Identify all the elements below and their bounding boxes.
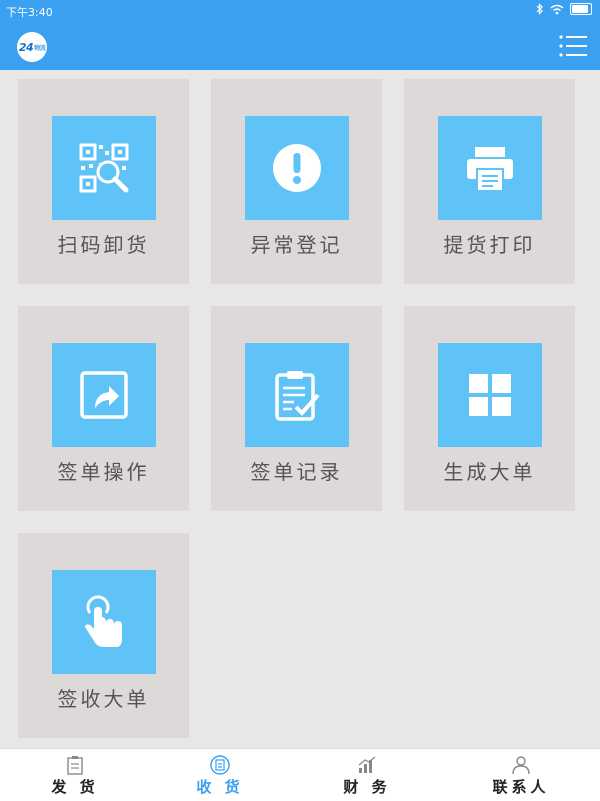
tab-receive[interactable]: 收 货 <box>145 749 295 801</box>
tile-label: 生成大单 <box>443 460 536 484</box>
app-logo[interactable]: 24 物流 <box>17 32 47 62</box>
app-header: 24 物流 <box>0 22 600 70</box>
tab-label: 收 货 <box>196 778 244 796</box>
tile-receive-bulk-order[interactable]: 签收大单 <box>18 533 189 738</box>
tab-label: 财 务 <box>343 778 391 796</box>
tile-pickup-print[interactable]: 提货打印 <box>404 79 575 284</box>
battery-icon <box>570 3 592 15</box>
tile-label: 扫码卸货 <box>57 233 150 257</box>
tile-label: 异常登记 <box>250 233 343 257</box>
bottom-tab-bar: 发 货 收 货 财 务 联系人 <box>0 748 600 801</box>
tile-exception-register[interactable]: 异常登记 <box>211 79 382 284</box>
tile-label: 签收大单 <box>57 687 150 711</box>
tab-label: 发 货 <box>51 778 99 796</box>
exclamation-icon <box>273 144 321 192</box>
tile-scan-unload[interactable]: 扫码卸货 <box>18 79 189 284</box>
person-icon <box>512 756 530 775</box>
tile-label: 提货打印 <box>443 233 536 257</box>
wifi-icon <box>550 4 564 14</box>
status-time: 下午3:40 <box>6 6 53 19</box>
tap-hand-icon <box>85 595 122 647</box>
tab-ship[interactable]: 发 货 <box>0 749 150 801</box>
share-arrow-icon <box>80 371 128 419</box>
clipboard-check-icon <box>275 371 320 421</box>
clipboard-icon <box>67 756 83 775</box>
tile-generate-bulk-order[interactable]: 生成大单 <box>404 306 575 511</box>
tile-sign-records[interactable]: 签单记录 <box>211 306 382 511</box>
status-bar: 下午3:40 <box>0 0 600 22</box>
tile-label: 签单记录 <box>250 460 343 484</box>
tile-label: 签单操作 <box>57 460 150 484</box>
tab-finance[interactable]: 财 务 <box>292 749 442 801</box>
bluetooth-icon <box>536 3 543 15</box>
printer-icon <box>467 147 513 192</box>
logo-subtext: 物流 <box>34 44 46 52</box>
menu-icon[interactable] <box>558 32 588 60</box>
qr-scan-icon <box>79 143 129 193</box>
tab-label: 联系人 <box>492 778 550 796</box>
logo-text: 24 <box>18 40 34 54</box>
receipt-icon <box>210 755 230 775</box>
bar-chart-icon <box>358 756 376 773</box>
tab-contacts[interactable]: 联系人 <box>446 749 596 801</box>
grid-icon <box>469 374 511 416</box>
tile-sign-operation[interactable]: 签单操作 <box>18 306 189 511</box>
